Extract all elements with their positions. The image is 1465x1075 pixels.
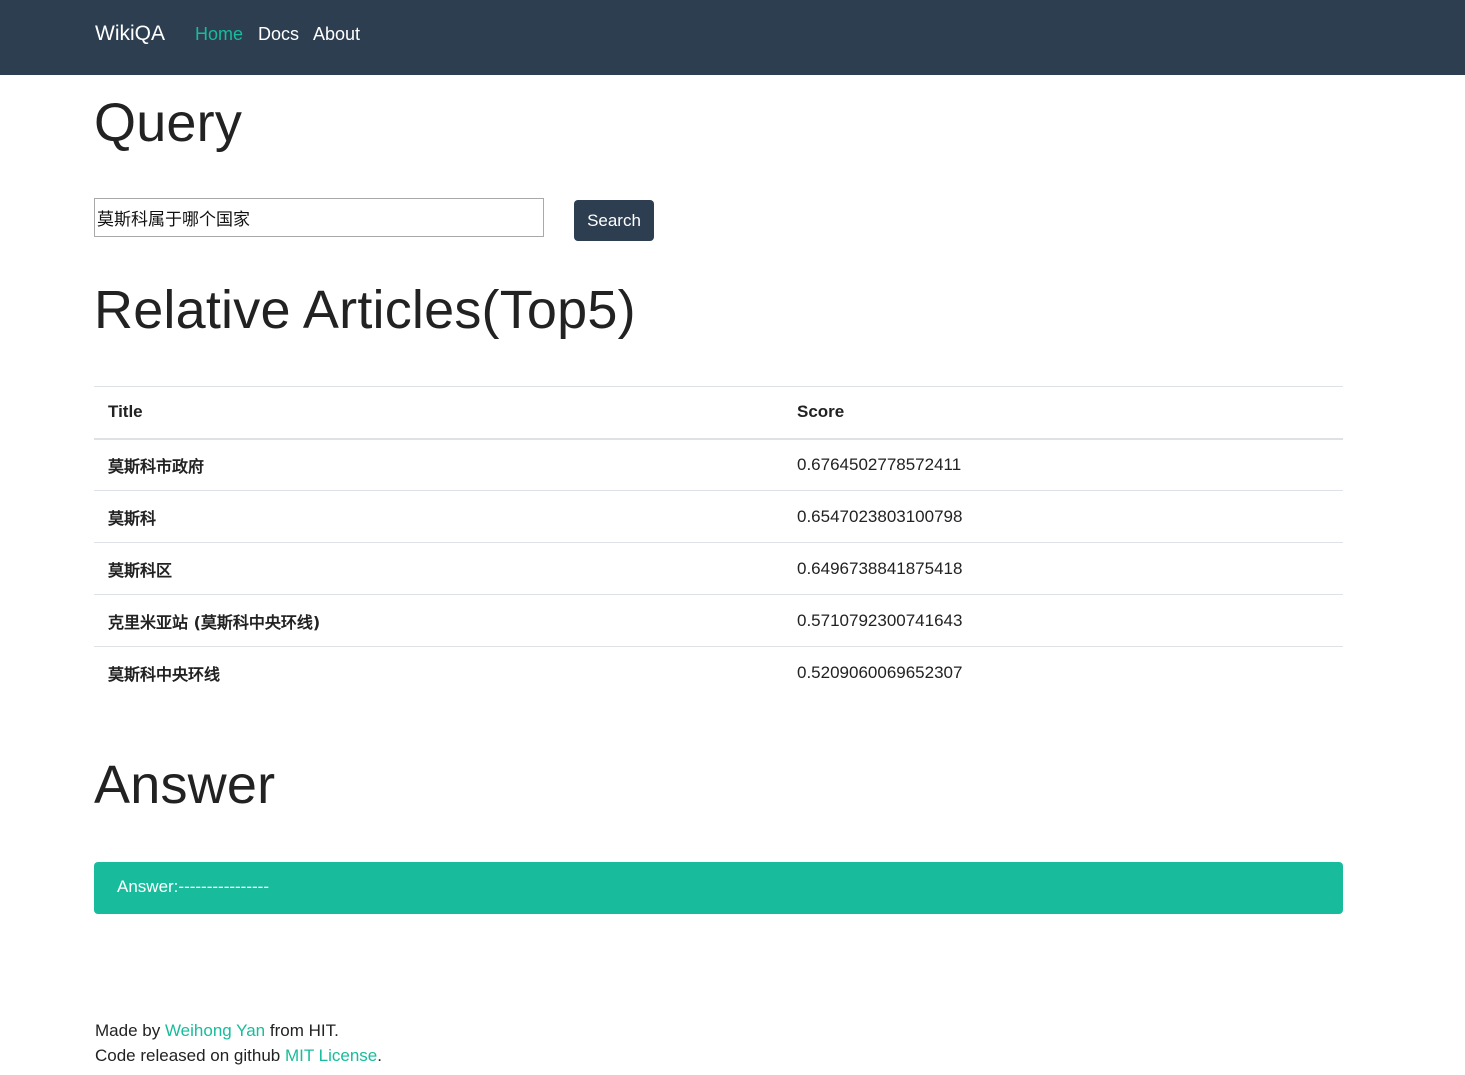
footer: Made by Weihong Yan from HIT. Code relea…	[95, 1018, 382, 1068]
footer-credit-suffix: from HIT.	[265, 1021, 339, 1040]
navbar: WikiQA Home Docs About	[0, 0, 1465, 75]
table-header-row: Title Score	[94, 386, 1343, 440]
query-input[interactable]	[94, 198, 544, 237]
column-header-title: Title	[94, 386, 783, 440]
table-row: 莫斯科 0.6547023803100798	[94, 490, 1343, 543]
answer-alert: Answer:----------------	[94, 862, 1343, 914]
column-header-score: Score	[783, 386, 1343, 440]
articles-heading: Relative Articles(Top5)	[94, 280, 636, 340]
article-title: 莫斯科中央环线	[94, 646, 783, 699]
article-title: 克里米亚站 (莫斯科中央环线)	[94, 594, 783, 647]
nav-about-link[interactable]: About	[313, 24, 360, 45]
article-score: 0.5209060069652307	[783, 646, 1343, 699]
article-score: 0.6496738841875418	[783, 542, 1343, 595]
table-row: 克里米亚站 (莫斯科中央环线) 0.5710792300741643	[94, 594, 1343, 647]
article-title: 莫斯科	[94, 490, 783, 543]
results-table: Title Score 莫斯科市政府 0.6764502778572411 莫斯…	[94, 386, 1343, 699]
query-heading: Query	[94, 93, 243, 153]
footer-credit-line: Made by Weihong Yan from HIT.	[95, 1018, 382, 1043]
answer-text: Answer:----------------	[117, 877, 269, 896]
author-link[interactable]: Weihong Yan	[165, 1021, 265, 1040]
nav-docs-link[interactable]: Docs	[258, 24, 299, 45]
article-title: 莫斯科区	[94, 542, 783, 595]
search-button[interactable]: Search	[574, 200, 654, 241]
answer-heading: Answer	[94, 755, 276, 815]
table-row: 莫斯科中央环线 0.5209060069652307	[94, 646, 1343, 699]
brand-link[interactable]: WikiQA	[95, 22, 165, 46]
article-title: 莫斯科市政府	[94, 438, 783, 491]
footer-credit-prefix: Made by	[95, 1021, 165, 1040]
article-score: 0.6764502778572411	[783, 438, 1343, 491]
article-score: 0.6547023803100798	[783, 490, 1343, 543]
table-row: 莫斯科市政府 0.6764502778572411	[94, 438, 1343, 491]
table-row: 莫斯科区 0.6496738841875418	[94, 542, 1343, 595]
footer-license-line: Code released on github MIT License.	[95, 1043, 382, 1068]
license-link[interactable]: MIT License	[285, 1046, 377, 1065]
nav-home-link[interactable]: Home	[195, 24, 243, 45]
footer-license-prefix: Code released on github	[95, 1046, 285, 1065]
footer-license-suffix: .	[377, 1046, 382, 1065]
article-score: 0.5710792300741643	[783, 594, 1343, 647]
